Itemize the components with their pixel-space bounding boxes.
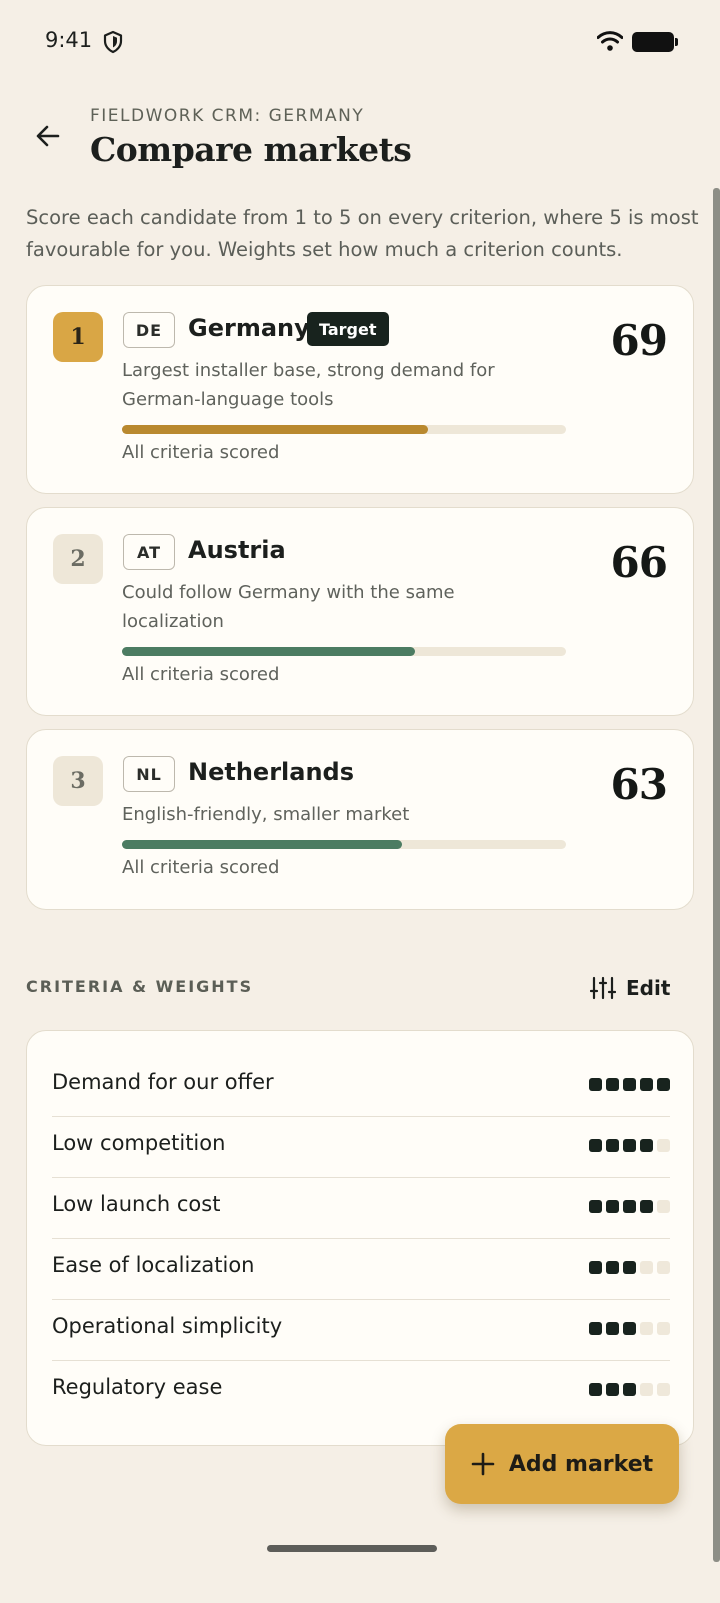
back-button[interactable] bbox=[28, 116, 68, 156]
weight-dot bbox=[640, 1383, 653, 1396]
weight-dot bbox=[623, 1261, 636, 1274]
weight-dot bbox=[657, 1383, 670, 1396]
market-card-austria[interactable]: 2 AT Austria Could follow Germany with t… bbox=[26, 507, 694, 716]
weight-dot bbox=[657, 1139, 670, 1152]
weight-dot bbox=[606, 1261, 619, 1274]
scored-status: All criteria scored bbox=[122, 442, 280, 463]
weight-dot bbox=[640, 1261, 653, 1274]
criteria-name: Low competition bbox=[52, 1131, 226, 1155]
market-description: Could follow Germany with the same local… bbox=[122, 582, 455, 632]
score-bar bbox=[122, 425, 566, 434]
country-code: NL bbox=[123, 756, 175, 792]
add-market-label: Add market bbox=[508, 1451, 654, 1477]
plus-icon bbox=[471, 1452, 495, 1476]
criteria-name: Regulatory ease bbox=[52, 1375, 223, 1399]
weight-indicator bbox=[589, 1261, 670, 1274]
edit-label: Edit bbox=[626, 976, 671, 1000]
weight-dot bbox=[606, 1322, 619, 1335]
page-eyebrow: FIELDWORK CRM: GERMANY bbox=[90, 106, 365, 126]
weight-dot bbox=[640, 1078, 653, 1091]
market-card-netherlands[interactable]: 3 NL Netherlands English-friendly, small… bbox=[26, 729, 694, 910]
weight-dot bbox=[657, 1078, 670, 1091]
weight-indicator bbox=[589, 1078, 670, 1091]
country-code: DE bbox=[123, 312, 175, 348]
weight-dot bbox=[589, 1139, 602, 1152]
criteria-row[interactable]: Demand for our offer bbox=[52, 1056, 670, 1117]
weight-dot bbox=[623, 1139, 636, 1152]
weight-dot bbox=[589, 1322, 602, 1335]
weight-dot bbox=[623, 1322, 636, 1335]
weight-dot bbox=[623, 1078, 636, 1091]
criteria-name: Demand for our offer bbox=[52, 1070, 274, 1094]
weight-dot bbox=[623, 1200, 636, 1213]
criteria-row[interactable]: Operational simplicity bbox=[52, 1300, 670, 1361]
weight-dot bbox=[589, 1078, 602, 1091]
market-description: English-friendly, smaller market bbox=[122, 804, 410, 825]
weight-dot bbox=[640, 1322, 653, 1335]
add-market-button[interactable]: Add market bbox=[445, 1424, 679, 1504]
battery-icon bbox=[632, 32, 678, 52]
weight-indicator bbox=[589, 1383, 670, 1396]
arrow-left-icon bbox=[36, 125, 60, 147]
score-bar-fill bbox=[122, 840, 402, 849]
target-badge: Target bbox=[307, 312, 389, 346]
edit-criteria-button[interactable]: Edit bbox=[590, 968, 670, 1008]
criteria-row[interactable]: Regulatory ease bbox=[52, 1361, 670, 1422]
scored-status: All criteria scored bbox=[122, 664, 280, 685]
weight-dot bbox=[640, 1139, 653, 1152]
shield-icon bbox=[103, 30, 123, 54]
rank-badge: 2 bbox=[53, 534, 103, 584]
criteria-name: Ease of localization bbox=[52, 1253, 255, 1277]
criteria-row[interactable]: Ease of localization bbox=[52, 1239, 670, 1300]
weight-indicator bbox=[589, 1139, 670, 1152]
score-bar-fill bbox=[122, 425, 429, 434]
criteria-name: Operational simplicity bbox=[52, 1314, 283, 1338]
page-title: Compare markets bbox=[90, 130, 412, 169]
compare-markets-screen: 9:41 FIELDWORK CRM: GERMANY Compare mark… bbox=[0, 0, 720, 1603]
status-time: 9:41 bbox=[45, 28, 93, 52]
weight-dot bbox=[606, 1078, 619, 1091]
weight-dot bbox=[623, 1383, 636, 1396]
rank-badge: 1 bbox=[53, 312, 103, 362]
weight-dot bbox=[657, 1261, 670, 1274]
market-card-germany[interactable]: 1 DE Germany Target Largest installer ba… bbox=[26, 285, 694, 494]
criteria-name: Low launch cost bbox=[52, 1192, 221, 1216]
market-score: 66 bbox=[610, 538, 668, 587]
market-score: 63 bbox=[610, 760, 668, 809]
country-name: Netherlands bbox=[188, 758, 355, 786]
score-bar-fill bbox=[122, 647, 416, 656]
scrollbar[interactable] bbox=[713, 188, 720, 1562]
criteria-row[interactable]: Low launch cost bbox=[52, 1178, 670, 1239]
criteria-list: Demand for our offer Low competition Low… bbox=[26, 1030, 694, 1446]
weight-dot bbox=[640, 1200, 653, 1213]
market-description: Largest installer base, strong demand fo… bbox=[122, 360, 495, 410]
weight-dot bbox=[589, 1261, 602, 1274]
status-bar: 9:41 bbox=[0, 0, 720, 84]
country-name: Germany bbox=[188, 314, 310, 342]
intro-text: Score each candidate from 1 to 5 on ever… bbox=[26, 206, 699, 261]
weight-indicator bbox=[589, 1322, 670, 1335]
country-name: Austria bbox=[188, 536, 286, 564]
weight-dot bbox=[589, 1200, 602, 1213]
score-bar bbox=[122, 647, 566, 656]
weight-dot bbox=[606, 1139, 619, 1152]
wifi-icon bbox=[597, 31, 623, 51]
market-score: 69 bbox=[610, 316, 668, 365]
home-indicator[interactable] bbox=[267, 1545, 437, 1552]
country-code: AT bbox=[123, 534, 175, 570]
score-bar bbox=[122, 840, 566, 849]
weight-indicator bbox=[589, 1200, 670, 1213]
weight-dot bbox=[589, 1383, 602, 1396]
sliders-icon bbox=[590, 976, 616, 1000]
scored-status: All criteria scored bbox=[122, 857, 280, 878]
criteria-row[interactable]: Low competition bbox=[52, 1117, 670, 1178]
weight-dot bbox=[657, 1322, 670, 1335]
weight-dot bbox=[606, 1200, 619, 1213]
rank-badge: 3 bbox=[53, 756, 103, 806]
criteria-section-label: CRITERIA & WEIGHTS bbox=[26, 977, 254, 996]
weight-dot bbox=[657, 1200, 670, 1213]
weight-dot bbox=[606, 1383, 619, 1396]
